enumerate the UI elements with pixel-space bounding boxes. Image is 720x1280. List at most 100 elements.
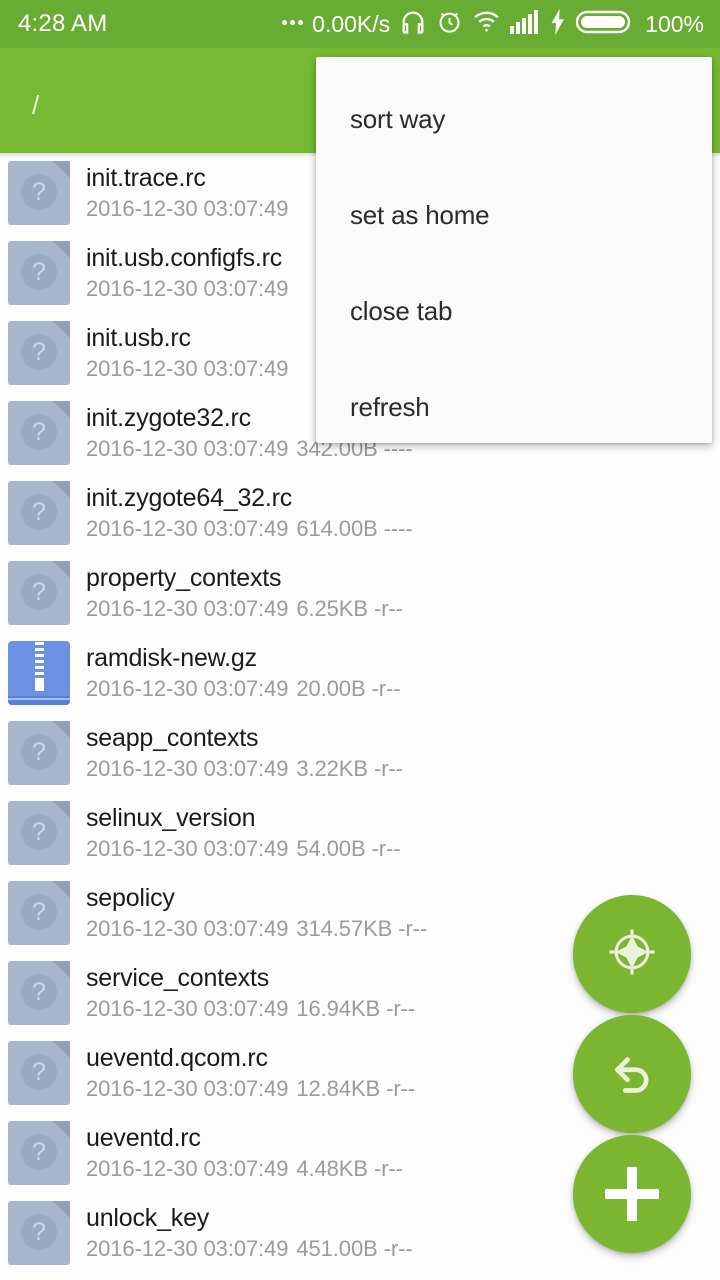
file-row-texts: service_contexts 2016-12-30 03:07:49 16.94… — [86, 962, 415, 1024]
plus-icon — [605, 1167, 659, 1221]
file-date: 2016-12-30 03:07:49 — [86, 436, 289, 461]
file-permissions: -r-- — [383, 1236, 413, 1261]
cellular-signal-icon — [510, 9, 540, 39]
menu-item-close-tab[interactable]: close tab — [316, 263, 712, 359]
file-size: 20.00B — [296, 676, 366, 701]
file-permissions: -r-- — [386, 996, 415, 1021]
wifi-icon — [472, 9, 501, 39]
file-meta: 2016-12-30 03:07:49 — [86, 194, 288, 224]
file-size: 12.84KB — [296, 1076, 381, 1101]
file-name: selinux_version — [86, 804, 256, 832]
file-size: 6.25KB — [296, 596, 368, 621]
unknown-file-icon: ? — [8, 559, 72, 627]
file-meta: 2016-12-30 03:07:49 451.00B -r-- — [86, 1234, 413, 1264]
more-dots-icon — [282, 20, 304, 28]
file-row-texts: ramdisk-new.gz 2016-12-30 03:07:49 20.00B -… — [86, 642, 401, 704]
file-row-texts: init.usb.rc 2016-12-30 03:07:49 — [86, 322, 288, 384]
file-row-texts: sepolicy 2016-12-30 03:07:49 314.57KB -r-- — [86, 882, 427, 944]
file-name: ueventd.rc — [86, 1124, 201, 1152]
file-size: 451.00B — [296, 1236, 378, 1261]
undo-arrow-icon — [605, 1045, 659, 1104]
file-date: 2016-12-30 03:07:49 — [86, 836, 289, 861]
file-row-texts: ueventd.qcom.rc 2016-12-30 03:07:49 12.84K… — [86, 1042, 415, 1104]
unknown-file-icon: ? — [8, 1119, 72, 1187]
file-meta: 2016-12-30 03:07:49 — [86, 274, 288, 304]
file-meta: 2016-12-30 03:07:49 4.48KB -r-- — [86, 1154, 403, 1184]
file-permissions: -r-- — [398, 916, 428, 941]
file-row[interactable]: ramdisk-new.gz 2016-12-30 03:07:49 20.00B -… — [0, 633, 720, 713]
file-size: 4.48KB — [296, 1156, 368, 1181]
charging-bolt-icon — [549, 8, 567, 40]
menu-item-refresh[interactable]: refresh — [316, 359, 712, 455]
file-size: 16.94KB — [296, 996, 381, 1021]
unknown-file-icon: ? — [8, 319, 72, 387]
unknown-file-icon: ? — [8, 799, 72, 867]
file-size: 3.22KB — [296, 756, 368, 781]
path-breadcrumb[interactable]: / — [32, 90, 40, 121]
unknown-file-icon: ? — [8, 1039, 72, 1107]
file-date: 2016-12-30 03:07:49 — [86, 916, 289, 941]
back-fab[interactable] — [573, 1015, 691, 1133]
file-row[interactable]: ? init.zygote64_32.rc 2016-12-30 03:07:49 6… — [0, 473, 720, 553]
file-name: property_contexts — [86, 564, 282, 592]
file-meta: 2016-12-30 03:07:49 16.94KB -r-- — [86, 994, 415, 1024]
file-row[interactable]: ? seapp_contexts 2016-12-30 03:07:49 3.22KB… — [0, 713, 720, 793]
file-meta: 2016-12-30 03:07:49 314.57KB -r-- — [86, 914, 427, 944]
file-permissions: ---- — [383, 516, 413, 541]
file-date: 2016-12-30 03:07:49 — [86, 1076, 289, 1101]
file-permissions: -r-- — [373, 1156, 403, 1181]
file-row-texts: property_contexts 2016-12-30 03:07:49 6.25… — [86, 562, 403, 624]
file-date: 2016-12-30 03:07:49 — [86, 1156, 289, 1181]
menu-item-sort-way[interactable]: sort way — [316, 71, 712, 167]
file-meta: 2016-12-30 03:07:49 6.25KB -r-- — [86, 594, 403, 624]
file-date: 2016-12-30 03:07:49 — [86, 756, 289, 781]
navigate-fab[interactable] — [573, 895, 691, 1013]
file-date: 2016-12-30 03:07:49 — [86, 356, 289, 381]
file-row-texts: ueventd.rc 2016-12-30 03:07:49 4.48KB -r-- — [86, 1122, 403, 1184]
unknown-file-icon: ? — [8, 959, 72, 1027]
file-row-texts: selinux_version 2016-12-30 03:07:49 54.00B… — [86, 802, 401, 864]
file-permissions: -r-- — [373, 596, 403, 621]
unknown-file-icon: ? — [8, 159, 72, 227]
file-name: init.usb.rc — [86, 324, 191, 352]
file-permissions: -r-- — [373, 756, 403, 781]
status-clock: 4:28 AM — [18, 10, 108, 37]
network-speed-label: 0.00K/s — [312, 10, 391, 37]
file-meta: 2016-12-30 03:07:49 12.84KB -r-- — [86, 1074, 415, 1104]
add-fab[interactable] — [573, 1135, 691, 1253]
file-row-texts: unlock_key 2016-12-30 03:07:49 451.00B -r-- — [86, 1202, 413, 1264]
file-date: 2016-12-30 03:07:49 — [86, 516, 289, 541]
file-permissions: -r-- — [386, 1076, 415, 1101]
compass-icon — [606, 926, 658, 983]
menu-item-set-as-home[interactable]: set as home — [316, 167, 712, 263]
file-row-texts: init.trace.rc 2016-12-30 03:07:49 — [86, 162, 288, 224]
file-permissions: -r-- — [371, 836, 401, 861]
file-permissions: -r-- — [371, 676, 401, 701]
battery-percent-label: 100% — [645, 10, 704, 37]
unknown-file-icon: ? — [8, 479, 72, 547]
file-row-texts: init.usb.configfs.rc 2016-12-30 03:07:49 — [86, 242, 288, 304]
archive-file-icon — [8, 639, 72, 707]
file-meta: 2016-12-30 03:07:49 614.00B ---- — [86, 514, 413, 544]
unknown-file-icon: ? — [8, 1199, 72, 1267]
file-date: 2016-12-30 03:07:49 — [86, 996, 289, 1021]
file-date: 2016-12-30 03:07:49 — [86, 196, 289, 221]
file-meta: 2016-12-30 03:07:49 — [86, 354, 288, 384]
battery-icon — [575, 8, 634, 41]
headphones-icon — [399, 8, 427, 41]
file-row-texts: seapp_contexts 2016-12-30 03:07:49 3.22KB -… — [86, 722, 403, 784]
unknown-file-icon: ? — [8, 879, 72, 947]
file-size: 614.00B — [296, 516, 378, 541]
file-name: unlock_key — [86, 1204, 210, 1232]
file-name: seapp_contexts — [86, 724, 259, 752]
file-row[interactable]: ? selinux_version 2016-12-30 03:07:49 54.00… — [0, 793, 720, 873]
overflow-popup-menu[interactable]: sort way set as home close tab refresh — [316, 57, 712, 443]
file-size: 54.00B — [296, 836, 366, 861]
file-size: 314.57KB — [296, 916, 393, 941]
file-meta: 2016-12-30 03:07:49 20.00B -r-- — [86, 674, 401, 704]
file-row[interactable]: ? property_contexts 2016-12-30 03:07:49 6.2… — [0, 553, 720, 633]
unknown-file-icon: ? — [8, 239, 72, 307]
file-name: service_contexts — [86, 964, 269, 992]
file-name: init.zygote64_32.rc — [86, 484, 293, 512]
file-name: ueventd.qcom.rc — [86, 1044, 268, 1072]
